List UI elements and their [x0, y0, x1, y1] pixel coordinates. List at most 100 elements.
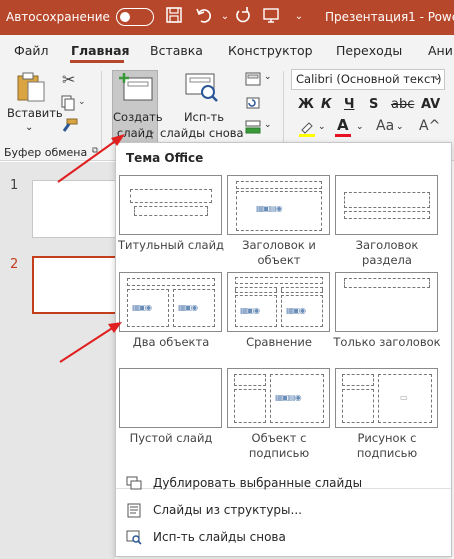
paste-label[interactable]: Вставить — [7, 106, 63, 120]
layout-picture-with-caption[interactable]: ▭ — [335, 368, 438, 428]
copy-icon[interactable] — [60, 95, 76, 114]
content-icons: ▦▣◉ — [240, 306, 260, 315]
slide-thumbnail[interactable] — [32, 180, 122, 238]
content-icons: ▦▣◉ — [286, 306, 306, 315]
picture-icon: ▭ — [400, 393, 408, 402]
outline-icon — [126, 503, 142, 518]
layout-two-content[interactable]: ▦▣◉ ▦▣◉ — [119, 272, 222, 332]
underline-button[interactable]: Ч — [344, 97, 355, 112]
tab-transitions[interactable]: Переходы — [336, 43, 402, 58]
paste-dropdown-icon[interactable]: ⌄ — [25, 122, 33, 133]
font-dropdown-icon[interactable]: ⌄ — [433, 72, 441, 83]
layout-label: Сравнение — [246, 335, 312, 349]
highlight-dropdown-icon[interactable]: ⌄ — [318, 122, 326, 132]
layout-icon[interactable] — [245, 72, 261, 89]
menu-duplicate-slides[interactable]: Дублировать выбранные слайды — [116, 471, 451, 497]
tab-design[interactable]: Конструктор — [228, 43, 313, 58]
content-icons: ▦▣▤◉ — [275, 393, 302, 402]
char-spacing-icon[interactable]: AV — [421, 97, 440, 112]
cut-icon[interactable]: ✂ — [62, 70, 75, 89]
font-color-bar — [335, 134, 351, 137]
customize-qat-icon[interactable]: ⌄ — [288, 6, 310, 28]
change-case-dropdown-icon[interactable]: ⌄ — [396, 122, 404, 132]
paste-icon[interactable] — [14, 70, 48, 107]
layout-dropdown-icon[interactable]: ⌄ — [264, 72, 272, 82]
heading-left-placeholder — [235, 287, 277, 293]
title-placeholder — [344, 192, 430, 208]
menu-reuse-slides[interactable]: Исп-ть слайды снова — [116, 525, 451, 551]
autosave-toggle[interactable] — [116, 8, 154, 26]
tab-animations[interactable]: Ани — [428, 43, 453, 58]
subtitle-placeholder — [134, 206, 208, 216]
tab-home[interactable]: Главная — [71, 43, 130, 58]
layout-label: Два объекта — [132, 335, 210, 349]
active-tab-indicator — [70, 60, 124, 63]
ribbon-tabs: Файл Главная Вставка Конструктор Переход… — [0, 35, 454, 65]
font-name-select[interactable]: Calibri (Основной текст) — [291, 69, 445, 90]
format-painter-icon[interactable] — [60, 118, 78, 137]
layout-title-slide[interactable] — [119, 175, 222, 235]
tab-insert[interactable]: Вставка — [150, 43, 203, 58]
highlight-icon[interactable] — [298, 119, 316, 140]
layout-label: Объект с подписью — [248, 431, 310, 460]
toggle-knob — [120, 12, 130, 22]
section-dropdown-icon[interactable]: ⌄ — [264, 120, 272, 130]
redo-icon[interactable] — [232, 6, 254, 28]
layout-label: Титульный слайд — [117, 238, 224, 252]
reuse-label-1[interactable]: Исп-ть — [172, 110, 236, 124]
title-placeholder — [344, 278, 430, 288]
increase-font-icon[interactable]: A^ — [419, 118, 440, 134]
new-slide-dropdown-icon[interactable]: ⌄ — [148, 127, 156, 137]
layout-blank[interactable] — [119, 368, 222, 428]
content-icons: ▦▣◉ — [132, 303, 152, 312]
copy-dropdown-icon[interactable]: ⌄ — [78, 97, 86, 107]
font-color-icon[interactable]: A — [337, 116, 349, 134]
text-placeholder — [344, 211, 430, 219]
font-color-dropdown-icon[interactable]: ⌄ — [356, 122, 364, 132]
menu-slides-from-outline[interactable]: Слайды из структуры... — [116, 498, 451, 524]
clipboard-launcher-icon[interactable]: ⧉ — [92, 146, 98, 156]
font-size-icon[interactable]: Aa — [376, 118, 394, 134]
autosave-label: Автосохранение — [6, 10, 110, 24]
slide-thumbnail-selected[interactable] — [32, 256, 122, 314]
layout-content-with-caption[interactable]: ▦▣▤◉ — [227, 368, 330, 428]
title-bar: Автосохранение ⌄ ⌄ Презентация1 - Powe — [0, 0, 454, 35]
gallery-heading: Тема Office — [126, 151, 204, 165]
layout-section-header[interactable] — [335, 175, 438, 235]
tab-file[interactable]: Файл — [14, 43, 49, 58]
layout-title-and-content[interactable]: ▦▣▤◉ — [227, 175, 330, 235]
text-placeholder — [342, 389, 374, 423]
layout-label: Заголовок и объект — [242, 238, 316, 267]
section-icon[interactable] — [245, 120, 261, 137]
layout-comparison[interactable]: ▦▣◉ ▦▣◉ — [227, 272, 330, 332]
title-placeholder — [236, 181, 322, 189]
italic-button[interactable]: К — [321, 97, 332, 112]
layout-gallery: Тема Office Титульный слайд ▦▣▤◉ Заголов… — [115, 142, 452, 557]
title-placeholder — [234, 374, 266, 386]
present-icon[interactable] — [260, 6, 282, 28]
reset-icon[interactable] — [245, 96, 261, 113]
ribbon-separator — [283, 71, 284, 151]
document-title: Презентация1 - Powe — [325, 10, 454, 24]
reuse-label-2[interactable]: слайды снова — [160, 126, 244, 140]
title-placeholder — [127, 278, 215, 286]
reuse-slides-icon — [126, 530, 142, 545]
menu-label: Дублировать выбранные слайды — [153, 476, 363, 490]
new-slide-icon[interactable] — [118, 72, 154, 105]
title-placeholder — [130, 189, 212, 203]
strikethrough-button[interactable]: abc — [391, 97, 414, 112]
title-placeholder — [235, 277, 323, 284]
bold-button[interactable]: Ж — [298, 97, 314, 112]
clipboard-group-label: Буфер обмена — [4, 146, 88, 159]
reuse-slides-icon[interactable] — [184, 72, 220, 107]
new-slide-label-1[interactable]: Создать — [113, 110, 163, 124]
heading-right-placeholder — [281, 287, 323, 293]
slide-number: 2 — [10, 257, 19, 272]
save-icon[interactable] — [163, 6, 185, 28]
undo-icon[interactable] — [193, 6, 215, 28]
layout-title-only[interactable] — [335, 272, 438, 332]
layout-label: Только заголовок — [333, 335, 441, 349]
shadow-button[interactable]: S — [369, 97, 378, 112]
slide-number: 1 — [10, 178, 19, 193]
content-icons: ▦▣▤◉ — [256, 204, 283, 213]
